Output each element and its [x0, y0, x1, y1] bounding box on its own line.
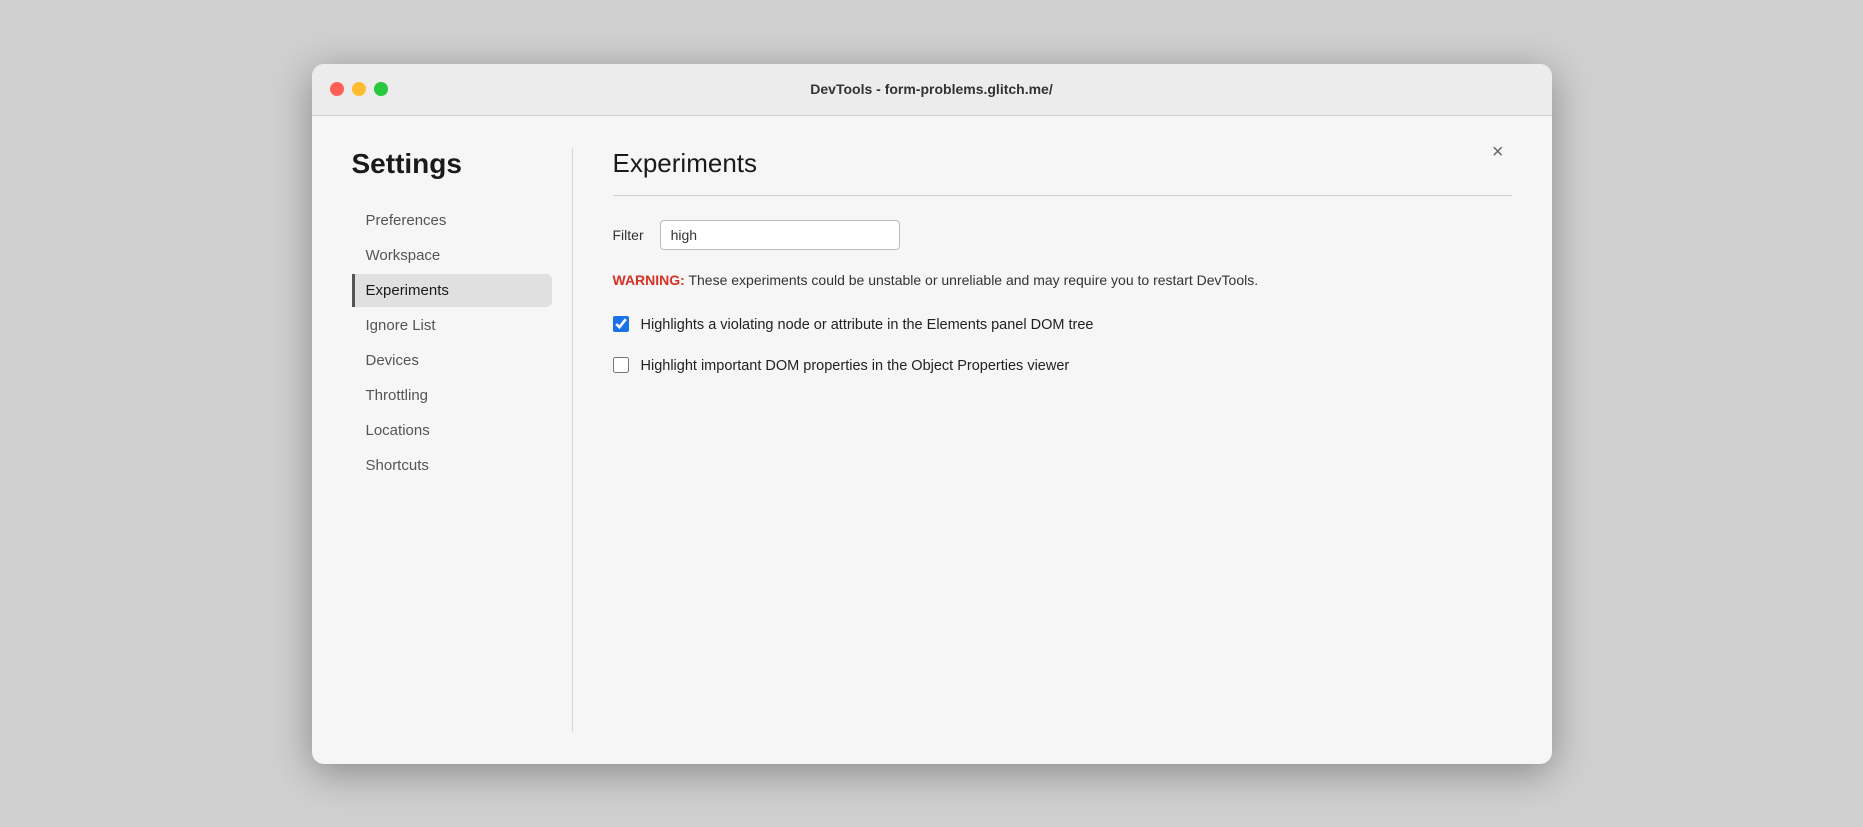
experiment-checkbox-2[interactable]: [613, 357, 629, 373]
minimize-traffic-light[interactable]: [352, 82, 366, 96]
window-body: Settings Preferences Workspace Experimen…: [312, 116, 1552, 764]
experiment-item-2: Highlight important DOM properties in th…: [613, 356, 1512, 378]
sidebar-item-throttling[interactable]: Throttling: [352, 379, 552, 412]
close-button[interactable]: ×: [1484, 138, 1512, 166]
experiment-item-1: Highlights a violating node or attribute…: [613, 315, 1512, 337]
sidebar-heading: Settings: [352, 148, 552, 180]
traffic-lights: [330, 82, 388, 96]
warning-body: These experiments could be unstable or u…: [685, 272, 1258, 288]
filter-input[interactable]: [660, 220, 900, 250]
sidebar-item-shortcuts[interactable]: Shortcuts: [352, 449, 552, 482]
sidebar: Settings Preferences Workspace Experimen…: [352, 148, 572, 732]
experiment-checkbox-1[interactable]: [613, 316, 629, 332]
experiment-label-2[interactable]: Highlight important DOM properties in th…: [641, 356, 1070, 378]
experiment-label-1[interactable]: Highlights a violating node or attribute…: [641, 315, 1094, 337]
devtools-window: DevTools - form-problems.glitch.me/ Sett…: [312, 64, 1552, 764]
sidebar-item-locations[interactable]: Locations: [352, 414, 552, 447]
sidebar-item-workspace[interactable]: Workspace: [352, 239, 552, 272]
main-content: × Experiments Filter WARNING: These expe…: [572, 148, 1512, 732]
section-title: Experiments: [613, 148, 1512, 179]
sidebar-item-devices[interactable]: Devices: [352, 344, 552, 377]
section-divider: [613, 195, 1512, 196]
sidebar-item-experiments[interactable]: Experiments: [352, 274, 552, 307]
maximize-traffic-light[interactable]: [374, 82, 388, 96]
close-traffic-light[interactable]: [330, 82, 344, 96]
filter-row: Filter: [613, 220, 1512, 250]
titlebar: DevTools - form-problems.glitch.me/: [312, 64, 1552, 116]
filter-label: Filter: [613, 227, 644, 243]
warning-label: WARNING:: [613, 272, 685, 288]
window-title: DevTools - form-problems.glitch.me/: [810, 81, 1052, 97]
sidebar-nav: Preferences Workspace Experiments Ignore…: [352, 204, 552, 482]
warning-text: WARNING: These experiments could be unst…: [613, 270, 1512, 291]
sidebar-item-ignore-list[interactable]: Ignore List: [352, 309, 552, 342]
sidebar-item-preferences[interactable]: Preferences: [352, 204, 552, 237]
experiments-list: Highlights a violating node or attribute…: [613, 315, 1512, 379]
